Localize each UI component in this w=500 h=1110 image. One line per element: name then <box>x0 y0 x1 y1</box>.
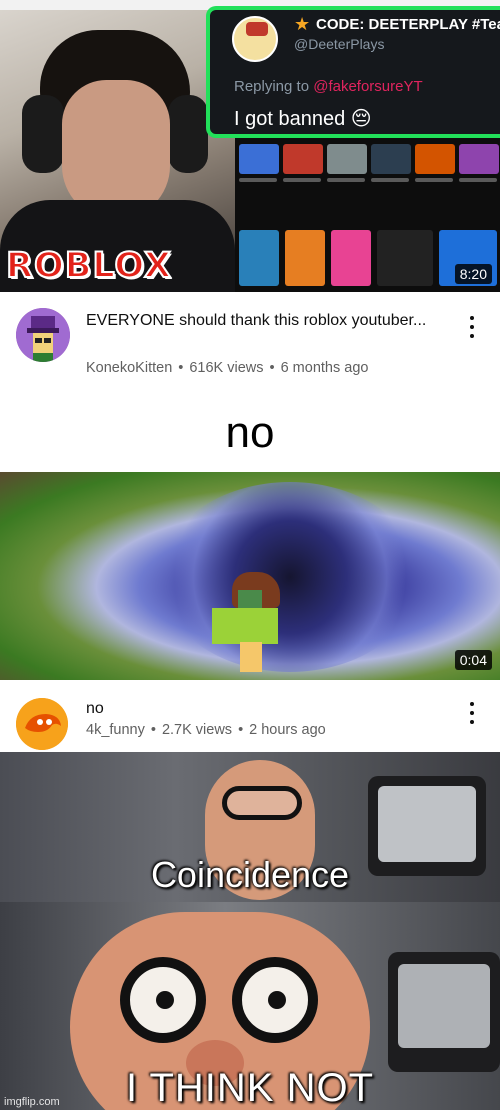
view-count: 2.7K views <box>161 722 233 738</box>
more-options-icon[interactable] <box>464 314 480 340</box>
video2-details[interactable]: no 4k_funny • 2.7K views • 2 hours ago <box>0 680 500 752</box>
animated-scene <box>0 472 500 680</box>
video2-title[interactable]: no <box>86 698 450 720</box>
star-icon: ★ <box>294 14 311 34</box>
4k-funny-avatar-icon <box>16 698 68 750</box>
channel-name[interactable]: 4k_funny <box>86 722 145 738</box>
channel-avatar[interactable] <box>16 308 70 362</box>
view-count: 616K views <box>189 360 264 376</box>
video1-title[interactable]: EVERYONE should thank this roblox youtub… <box>86 310 450 332</box>
video1-subtitle: KonekoKitten • 616K views • 6 months ago <box>86 360 369 376</box>
video1-thumbnail[interactable]: ROBLOX ★ CODE: DEETERPLAY #Tea @DeeterPl… <box>0 0 500 292</box>
channel-name[interactable]: KonekoKitten <box>86 360 172 376</box>
meme-bottom-caption: I THINK NOT <box>125 1066 375 1110</box>
video2-thumbnail[interactable]: no 0:04 <box>0 396 500 680</box>
tweet-code-line: CODE: DEETERPLAY #Tea <box>316 16 500 33</box>
tweet-message: I got banned 😔 <box>234 108 372 130</box>
video1-details[interactable]: EVERYONE should thank this roblox youtub… <box>0 292 500 396</box>
channel-avatar[interactable] <box>16 698 68 750</box>
upload-age: 2 hours ago <box>249 722 326 738</box>
video2-duration: 0:04 <box>454 650 492 670</box>
video2-subtitle: 4k_funny • 2.7K views • 2 hours ago <box>86 722 326 738</box>
tv-icon <box>388 952 500 1072</box>
video1-duration: 8:20 <box>454 264 492 284</box>
konekokitten-avatar-icon <box>16 308 70 362</box>
thumbnail-caption: no <box>225 408 275 457</box>
meme-top-caption: Coincidence <box>150 854 350 895</box>
watermark: imgflip.com <box>4 1096 60 1108</box>
eye-left <box>120 957 206 1043</box>
tweet-handle: @DeeterPlays <box>294 36 385 52</box>
tweet-avatar <box>232 16 278 62</box>
tweet-card: ★ CODE: DEETERPLAY #Tea @DeeterPlays Rep… <box>206 6 500 138</box>
roblox-logo: ROBLOX <box>5 245 172 287</box>
eye-right <box>232 957 318 1043</box>
tweet-replying-to: Replying to @fakeforsureYT <box>234 78 423 95</box>
meme-image: Coincidence I THINK NOT imgflip.com <box>0 752 500 1110</box>
more-options-icon[interactable] <box>464 700 480 726</box>
glasses-icon <box>222 786 302 820</box>
upload-age: 6 months ago <box>280 360 369 376</box>
